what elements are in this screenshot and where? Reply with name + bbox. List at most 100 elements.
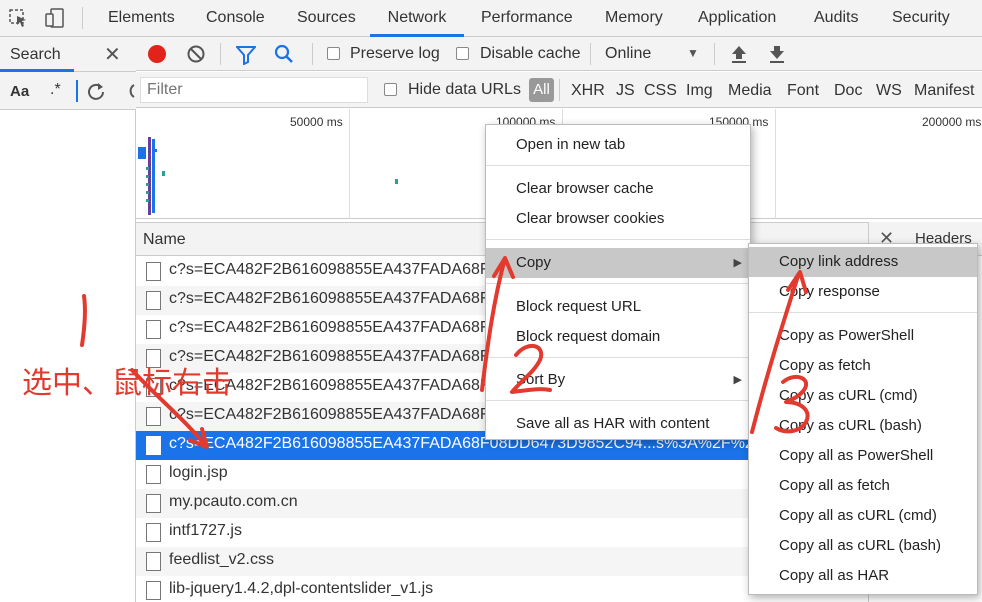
request-name: intf1727.js [169,522,242,539]
filter-bar: Hide data URLs All XHR JS CSS Img Media … [136,72,982,108]
toolbar-separator [714,43,715,65]
menu-item-block-request-url[interactable]: Block request URL [486,292,750,322]
toolbar-separator [220,43,221,65]
timeline-gridline [775,109,776,219]
type-filter-font[interactable]: Font [787,82,819,100]
column-header-name[interactable]: Name [143,231,186,249]
timeline-tick-label: 200000 ms [922,115,982,129]
filter-separator [559,79,560,101]
search-caret [76,80,78,102]
annotation-step1-note: 选中、鼠标右击 [22,366,232,401]
submenu-arrow-icon: ▶ [733,374,742,386]
menu-item-copy-all-as-curl-bash[interactable]: Copy all as cURL (bash) [749,531,977,561]
request-name: lib-jquery1.4.2,dpl-contentslider_v1.js [169,580,434,597]
tab-memory[interactable]: Memory [605,0,663,37]
menu-item-copy-all-as-har[interactable]: Copy all as HAR [749,561,977,591]
menu-separator [486,400,750,401]
menu-item-copy-response[interactable]: Copy response [749,277,977,307]
record-button[interactable] [148,45,166,63]
menu-item-copy-as-fetch[interactable]: Copy as fetch [749,351,977,381]
menu-item-open-in-new-tab[interactable]: Open in new tab [486,130,750,160]
search-icon[interactable] [274,44,294,64]
file-icon [146,262,161,281]
menu-item-copy-all-as-powershell[interactable]: Copy all as PowerShell [749,441,977,471]
type-filter-xhr[interactable]: XHR [571,82,605,100]
filter-input[interactable] [140,77,368,103]
file-icon [146,291,161,310]
filter-icon[interactable] [236,45,256,65]
search-panel: Search ✕ Aa .* [0,37,136,602]
tab-performance[interactable]: Performance [481,0,573,37]
menu-item-clear-browser-cache[interactable]: Clear browser cache [486,174,750,204]
tab-elements[interactable]: Elements [108,0,175,37]
file-icon [146,320,161,339]
type-filter-manifest[interactable]: Manifest [914,82,974,100]
timeline-waterfall-marks [138,137,398,215]
menu-item-copy-all-as-curl-cmd[interactable]: Copy all as cURL (cmd) [749,501,977,531]
type-filter-css[interactable]: CSS [644,82,677,100]
submenu-arrow-icon: ▶ [733,257,742,269]
type-filter-ws[interactable]: WS [876,82,902,100]
network-toolbar: Preserve log Disable cache Online ▼ [136,37,982,71]
file-icon [146,465,161,484]
tab-sources[interactable]: Sources [297,0,356,37]
hide-data-urls-label: Hide data URLs [408,81,521,98]
copy-submenu: Copy link address Copy response Copy as … [748,243,978,595]
type-filter-js[interactable]: JS [616,82,635,100]
tab-console[interactable]: Console [206,0,265,37]
menu-item-clear-browser-cookies[interactable]: Clear browser cookies [486,204,750,234]
devtools-tabbar: Elements Console Sources Network Perform… [0,0,982,37]
menu-item-sort-by[interactable]: Sort By ▶ [486,365,750,395]
tab-security[interactable]: Security [892,0,950,37]
preserve-log-checkbox[interactable] [327,47,340,60]
inspect-element-icon[interactable] [8,8,30,28]
file-icon [146,552,161,571]
menu-item-copy-as-curl-cmd[interactable]: Copy as cURL (cmd) [749,381,977,411]
export-har-icon[interactable] [768,44,786,64]
menu-separator [486,239,750,240]
type-filter-all[interactable]: All [529,78,554,102]
refresh-icon[interactable] [86,81,106,101]
type-filter-img[interactable]: Img [686,82,713,100]
request-name: login.jsp [169,464,228,481]
menu-item-sort-by-label: Sort By [516,371,566,388]
toolbar-separator [590,43,591,65]
tab-audits[interactable]: Audits [814,0,858,37]
type-filter-doc[interactable]: Doc [834,82,862,100]
menu-item-copy-as-curl-bash[interactable]: Copy as cURL (bash) [749,411,977,441]
regex-button[interactable]: .* [50,81,61,99]
request-name: my.pcauto.com.cn [169,493,298,510]
clear-icon[interactable] [186,44,206,64]
menu-separator [749,312,977,313]
search-panel-title[interactable]: Search [10,46,61,64]
menu-item-copy-label: Copy [516,254,552,271]
request-name: c?s=ECA482F2B616098855EA437FADA68F0 [169,261,499,278]
tab-network[interactable]: Network [370,0,464,37]
menu-item-copy-as-powershell[interactable]: Copy as PowerShell [749,321,977,351]
menu-item-save-all-as-har[interactable]: Save all as HAR with content [486,409,750,439]
import-har-icon[interactable] [730,44,748,64]
menu-item-copy-all-as-fetch[interactable]: Copy all as fetch [749,471,977,501]
match-case-button[interactable]: Aa [10,83,29,100]
search-panel-header: Search ✕ [0,37,136,72]
menu-item-copy-link-address[interactable]: Copy link address [749,247,977,277]
disable-cache-checkbox[interactable] [456,47,469,60]
hide-data-urls-checkbox[interactable] [384,83,397,96]
file-icon [146,407,161,426]
throttling-select[interactable]: Online [605,45,651,63]
menu-separator [486,165,750,166]
request-name: feedlist_v2.css [169,551,274,568]
menu-item-copy[interactable]: Copy ▶ [486,248,750,278]
tab-application[interactable]: Application [698,0,776,37]
close-icon[interactable]: ✕ [104,42,121,67]
context-menu: Open in new tab Clear browser cache Clea… [485,124,751,440]
clear-search-icon[interactable] [124,81,136,101]
type-filter-media[interactable]: Media [728,82,772,100]
request-name: c?s=ECA482F2B616098855EA437FADA68F0 [169,319,499,336]
request-name: c?s=ECA482F2B616098855EA437FADA68F0 [169,406,499,423]
device-toolbar-icon[interactable] [44,8,66,28]
menu-item-block-request-domain[interactable]: Block request domain [486,322,750,352]
chevron-down-icon[interactable]: ▼ [687,46,699,60]
search-toolbar: Aa .* [0,72,136,110]
request-name: c?s=ECA482F2B616098855EA437FADA68F0 [169,290,499,307]
